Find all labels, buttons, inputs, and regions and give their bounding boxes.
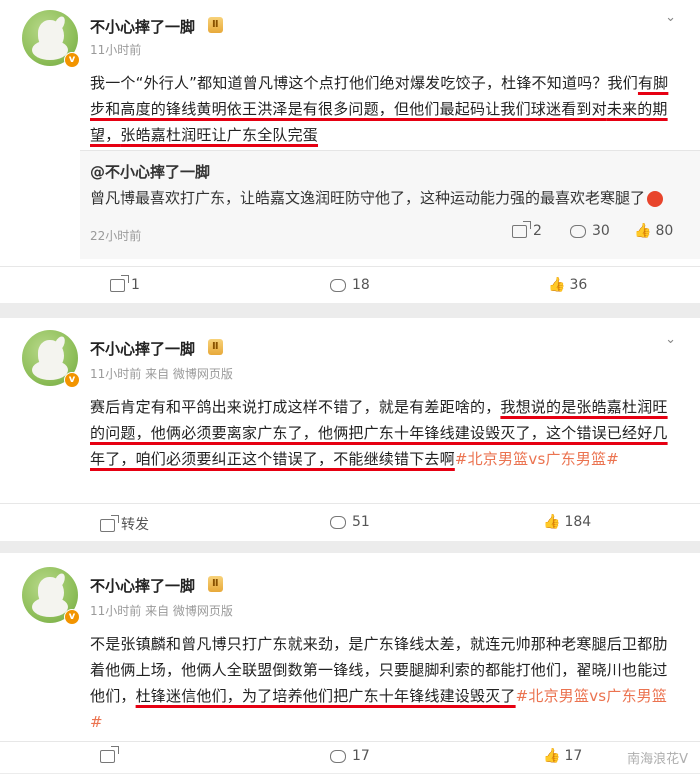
comment-icon <box>570 224 586 238</box>
post-text: 我一个“外行人”都知道曾凡博这个点打他们绝对爆发吃饺子，杜锋不知道吗？我们有脚步… <box>90 74 669 144</box>
comment-button[interactable]: 18 <box>330 277 370 293</box>
repost-block[interactable]: @不小心摔了一脚 曾凡博最喜欢打广东，让皓嘉文逸润旺防守他了，这种运动能力强的最… <box>80 150 700 259</box>
comment-icon <box>330 515 346 529</box>
post-meta: 11小时前 来自 微博网页版 <box>90 604 233 618</box>
verified-badge: v <box>64 52 80 68</box>
comment-icon <box>330 278 346 292</box>
verified-badge: v <box>64 609 80 625</box>
watermark: 南海浪花V <box>627 752 688 767</box>
repost-comment-button[interactable]: 30 <box>570 223 610 239</box>
repost-like-button[interactable]: 👍 80 <box>634 223 673 239</box>
repost-time: 22小时前 <box>90 229 142 243</box>
post-meta: 11小时前 来自 微博网页版 <box>90 367 233 381</box>
post-card: v 不小心摔了一脚 Ⅱ 11小时前 来自 微博网页版 不是张镇麟和曾凡博只打广东… <box>0 553 700 773</box>
share-button[interactable]: 转发 <box>100 514 149 534</box>
chevron-down-icon[interactable]: ⌄ <box>665 10 676 25</box>
post-text: 赛后肯定有和平鸽出来说打成这样不错了，就是有差距啥的，我想说的是张皓嘉杜润旺的问… <box>90 398 668 468</box>
post-card: v 不小心摔了一脚 Ⅱ 11小时前 来自 微博网页版 ⌄ 赛后肯定有和平鸽出来说… <box>0 318 700 541</box>
thumbs-up-icon: 👍 <box>543 514 561 530</box>
level-badge: Ⅱ <box>208 17 223 33</box>
level-badge: Ⅱ <box>208 339 223 355</box>
thumbs-up-icon: 👍 <box>634 223 652 239</box>
repost-text: 曾凡博最喜欢打广东，让皓嘉文逸润旺防守他了，这种运动能力强的最喜欢老寒腿了 <box>90 187 664 208</box>
share-icon <box>100 514 119 532</box>
like-button[interactable]: 👍 184 <box>543 514 591 530</box>
post-text: 不是张镇麟和曾凡博只打广东就来劲，是广东锋线太差，就连元帅那种老寒腿后卫都肋着他… <box>90 635 668 731</box>
repost-share-button[interactable]: 2 <box>512 220 542 239</box>
username[interactable]: 不小心摔了一脚 <box>90 338 195 359</box>
share-button[interactable] <box>100 745 121 764</box>
share-icon <box>110 274 129 292</box>
thumbs-up-icon: 👍 <box>543 748 561 764</box>
share-icon <box>512 220 531 238</box>
action-bar: 转发 51 👍 184 <box>0 503 700 542</box>
emoji-icon <box>647 190 664 207</box>
verified-badge: v <box>64 372 80 388</box>
comment-button[interactable]: 51 <box>330 514 370 530</box>
action-bar: 1 18 👍 36 <box>0 266 700 304</box>
share-icon <box>100 745 119 763</box>
repost-username[interactable]: @不小心摔了一脚 <box>90 161 210 182</box>
username[interactable]: 不小心摔了一脚 <box>90 16 195 37</box>
share-button[interactable]: 1 <box>110 274 140 293</box>
post-card: v 不小心摔了一脚 Ⅱ 11小时前 ⌄ 我一个“外行人”都知道曾凡博这个点打他们… <box>0 0 700 303</box>
comment-icon <box>330 749 346 763</box>
like-button[interactable]: 👍 36 <box>548 277 587 293</box>
level-badge: Ⅱ <box>208 576 223 592</box>
like-button[interactable]: 👍 17 <box>543 748 582 764</box>
post-time: 11小时前 <box>90 43 142 57</box>
action-bar: 17 👍 17 <box>0 741 700 774</box>
chevron-down-icon[interactable]: ⌄ <box>665 332 676 347</box>
hashtag-link[interactable]: #北京男篮vs广东男篮# <box>455 450 619 468</box>
username[interactable]: 不小心摔了一脚 <box>90 575 195 596</box>
thumbs-up-icon: 👍 <box>548 277 566 293</box>
comment-button[interactable]: 17 <box>330 748 370 764</box>
